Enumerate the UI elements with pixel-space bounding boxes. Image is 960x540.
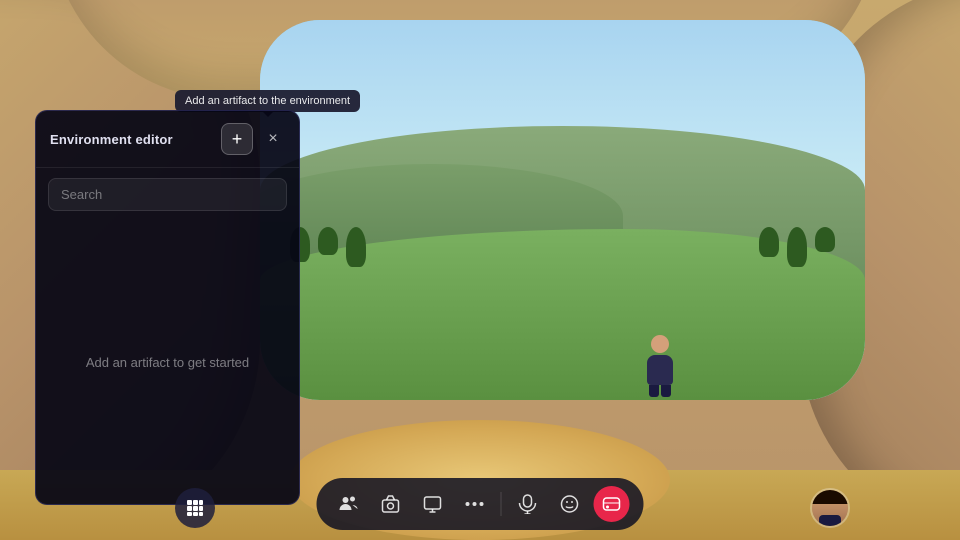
mic-button[interactable] [510,486,546,522]
more-button[interactable] [457,486,493,522]
close-panel-button[interactable]: × [261,127,285,151]
avatar-legs [640,385,680,397]
avatar-leg-left [649,385,659,397]
avatar-body [647,355,673,385]
panel-header: Environment editor + × [36,111,299,168]
grid-icon [186,499,204,517]
add-artifact-button[interactable]: + [221,123,253,155]
empty-state-text: Add an artifact to get started [86,355,249,370]
window-opening [260,20,865,400]
immersive-view-button[interactable] [594,486,630,522]
search-input[interactable] [48,178,287,211]
view-icon [602,494,622,514]
tree [318,227,338,255]
panel-header-actions: + × [221,123,285,155]
people-button[interactable] [331,486,367,522]
avatar-face [812,490,848,526]
screen-share-button[interactable] [415,486,451,522]
avatar-figure [640,335,680,395]
avatar-clothing [819,515,841,526]
grid-menu-button[interactable] [175,488,215,528]
mic-icon [519,494,537,514]
trees-left [290,227,366,267]
tree [346,227,366,267]
avatar-head [651,335,669,353]
emoji-icon [560,494,580,514]
camera-button[interactable] [373,486,409,522]
tree [759,227,779,257]
search-container [36,168,299,221]
more-icon [465,502,485,506]
avatar-hair [812,490,848,504]
toolbar-divider [501,492,502,516]
avatar-leg-right [661,385,671,397]
panel-empty-state: Add an artifact to get started [36,221,299,504]
screen-share-icon [423,494,443,514]
environment-editor-panel: Environment editor + × Add an artifact t… [35,110,300,505]
bottom-toolbar [317,478,644,530]
user-avatar-button[interactable] [810,488,850,528]
panel-title: Environment editor [50,132,173,147]
people-icon [339,494,359,514]
tree [787,227,807,267]
close-icon: × [268,130,277,148]
add-button-icon: + [232,130,243,148]
emoji-button[interactable] [552,486,588,522]
camera-icon [381,494,401,514]
tree [815,227,835,252]
trees-right [759,227,835,267]
